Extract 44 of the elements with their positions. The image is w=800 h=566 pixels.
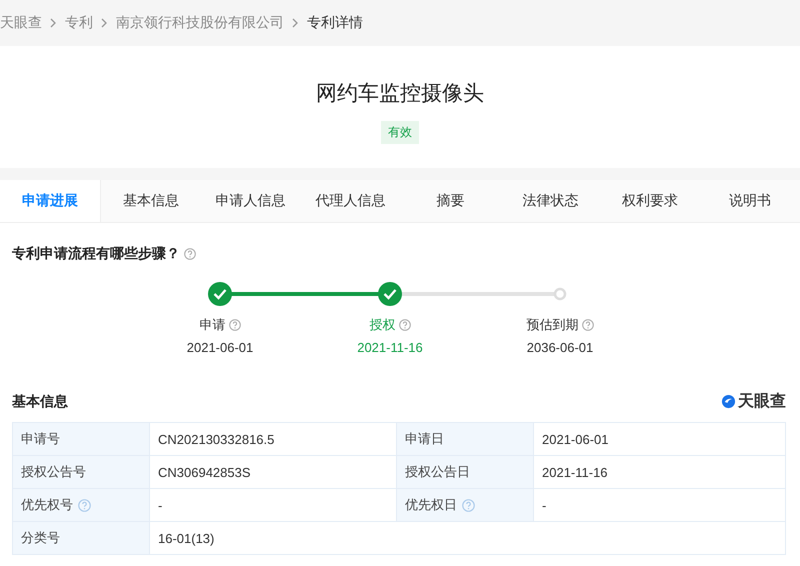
step-date: 2021-06-01 [186, 340, 254, 355]
tab[interactable]: 申请人信息 [200, 180, 301, 222]
field-value: 16-01(13) [150, 522, 786, 554]
help-icon[interactable] [184, 248, 196, 260]
step-label: 预估到期 [526, 316, 578, 334]
tab[interactable]: 基本信息 [100, 180, 201, 222]
tab[interactable]: 说明书 [700, 180, 800, 222]
field-label: 申请号 [12, 422, 150, 456]
chevron-icon [292, 18, 299, 28]
step-date: 2021-11-16 [357, 340, 423, 355]
help-icon[interactable] [398, 319, 410, 331]
status-tag: 有效 [381, 120, 419, 144]
section-heading: 专利申请流程有哪些步骤？ [12, 245, 180, 263]
field-label: 优先权号 [12, 488, 150, 522]
chevron-icon [101, 18, 108, 28]
field-value: - [534, 488, 786, 522]
field-value: - [150, 488, 396, 522]
patent-title: 网约车监控摄像头 [316, 80, 484, 106]
help-icon[interactable] [462, 498, 475, 512]
field-label: 申请日 [396, 422, 534, 456]
field-value: CN306942853S [150, 456, 396, 488]
field-label: 优先权日 [396, 488, 534, 522]
step-date: 2036-06-01 [526, 340, 594, 355]
step-label: 申请 [200, 316, 226, 334]
field-label: 分类号 [12, 522, 150, 554]
help-icon[interactable] [78, 498, 91, 512]
tab[interactable]: 权利要求 [600, 180, 700, 222]
field-value: 2021-11-16 [534, 456, 786, 488]
chevron-icon [50, 18, 57, 28]
field-label: 授权公告号 [12, 456, 150, 488]
field-value: CN202130332816.5 [150, 422, 396, 456]
help-icon[interactable] [228, 319, 240, 331]
tab[interactable]: 代理人信息 [300, 180, 400, 222]
breadcrumb-link[interactable]: 专利详情 [307, 14, 363, 32]
help-icon[interactable] [582, 319, 594, 331]
field-label: 授权公告日 [396, 456, 534, 488]
step-label: 授权 [370, 316, 396, 334]
section-heading: 基本信息 [12, 392, 68, 410]
tab[interactable]: 摘要 [400, 180, 500, 222]
field-value: 2021-06-01 [534, 422, 786, 456]
tab[interactable]: 申请进展 [0, 180, 101, 222]
eye-logo-icon [721, 394, 736, 409]
brand-name: 天眼查 [738, 392, 786, 412]
tab[interactable]: 法律状态 [500, 180, 600, 222]
